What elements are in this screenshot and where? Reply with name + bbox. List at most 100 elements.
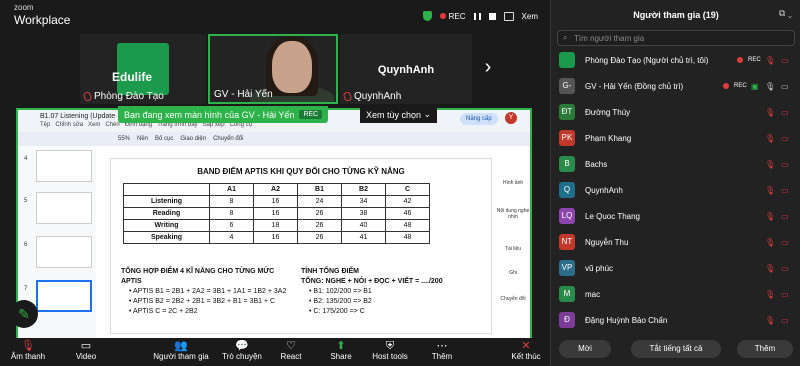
mic-off-icon[interactable]: 🎙 [765, 134, 775, 143]
slide-thumbnail[interactable] [36, 150, 92, 182]
avatar [559, 52, 575, 68]
stop-recording-icon[interactable] [488, 12, 496, 20]
slide-thumbnail[interactable] [36, 236, 92, 268]
video-off-icon[interactable]: ▭ [781, 134, 789, 143]
mic-off-icon[interactable]: 🎙 [765, 186, 775, 195]
audio-button[interactable]: 🎙 Âm thanh [8, 340, 48, 361]
video-button[interactable]: ▭ Video [66, 340, 106, 361]
video-off-icon[interactable]: ▭ [781, 186, 789, 195]
documents-tool[interactable]: Tài liệu [496, 246, 530, 252]
menu-file[interactable]: Tệp [40, 122, 50, 128]
share-button[interactable]: ⬆ Share [326, 340, 356, 361]
invite-button[interactable]: Mời [559, 340, 611, 358]
view-options-button[interactable]: Xem tùy chọn ⌄ [360, 106, 438, 123]
background-button[interactable]: Nền [137, 136, 148, 142]
chat-button[interactable]: 💬 Trò chuyện [220, 340, 264, 361]
participant-row[interactable]: Mmac 🎙 ▭ [551, 282, 800, 306]
share-banner-text: Bạn đang xem màn hình của GV - Hải Yến [124, 109, 295, 120]
participant-row[interactable]: G- GV - Hải Yến (Đồng chủ trì) REC ▣ 🎙 ▭ [551, 74, 800, 98]
doc-toolbar: 55% Nền Bố cục Giao diện Chuyển đổi [18, 132, 530, 146]
participant-row[interactable]: Phòng Đào Tạo (Người chủ trì, tôi) REC 🎙… [551, 48, 800, 72]
view-button[interactable]: Xem [522, 12, 538, 21]
total-formula: TỔNG: NGHE + NÓI + ĐỌC + VIẾT = ..../200 [301, 278, 443, 285]
mute-all-button[interactable]: Tắt tiếng tất cả [631, 340, 721, 358]
participant-row[interactable]: Đ Đặng Huỳnh Bảo Chấn 🎙 ▭ [551, 308, 800, 332]
panel-title: Người tham gia (19) [633, 10, 719, 20]
video-tile-gv-hai-yen[interactable]: GV - Hải Yến [208, 34, 338, 104]
participants-panel: Người tham gia (19) ⧉ ⌄ Tìm người tham g… [550, 0, 800, 366]
video-off-icon[interactable]: ▭ [781, 264, 789, 273]
panel-popout-icon[interactable]: ⧉ ⌄ [779, 8, 792, 19]
mic-off-icon[interactable]: 🎙 [765, 108, 775, 117]
participant-row[interactable]: B Bachs 🎙 ▭ [551, 152, 800, 176]
transition-button[interactable]: Chuyển đổi [213, 136, 243, 142]
video-off-icon[interactable]: ▭ [781, 160, 789, 169]
mic-off-icon[interactable]: 🎙 [765, 212, 775, 221]
tile-name: Phòng Đào Tạo [82, 91, 164, 102]
table-row: Listening 8 16 24 34 42 [123, 195, 430, 208]
participant-row[interactable]: VP vũ phúc 🎙 ▭ [551, 256, 800, 280]
mic-off-icon[interactable]: 🎙 [765, 160, 775, 169]
mic-icon[interactable]: 🎙 [765, 82, 775, 91]
video-off-icon[interactable]: ▭ [781, 290, 789, 299]
participants-button[interactable]: 👥 Người tham gia [152, 340, 210, 361]
video-tile-phong-dao-tao[interactable]: Edulife Phòng Đào Tạo [80, 34, 206, 104]
zoom-level[interactable]: 55% [118, 136, 130, 142]
security-shield-icon[interactable] [422, 11, 432, 21]
menu-view[interactable]: Xem [88, 122, 100, 128]
participant-search-input[interactable]: Tìm người tham gia [557, 30, 795, 46]
video-off-icon[interactable]: ▭ [781, 316, 789, 325]
end-button[interactable]: ✕ Kết thúc [508, 340, 544, 361]
participant-row[interactable]: ĐT Đường Thúy 🎙 ▭ [551, 100, 800, 124]
host-tools-button[interactable]: ⛨ Host tools [370, 340, 410, 361]
participant-row[interactable]: PK Phạm Khang 🎙 ▭ [551, 126, 800, 150]
notes-tool[interactable]: Ghi [496, 270, 530, 276]
mic-off-icon[interactable]: 🎙 [765, 290, 775, 299]
mic-off-icon[interactable]: 🎙 [765, 56, 775, 65]
video-tile-quynhanh[interactable]: QuynhAnh QuynhAnh [340, 34, 472, 104]
next-page-chevron-icon[interactable]: › [478, 56, 498, 80]
video-off-icon[interactable]: ▭ [781, 108, 789, 117]
avatar: NT [559, 234, 575, 250]
theme-button[interactable]: Giao diện [180, 136, 206, 142]
media-tool[interactable]: Nội dung nghe nhìn [496, 208, 530, 220]
mic-off-icon[interactable]: 🎙 [765, 316, 775, 325]
annotate-pencil-icon[interactable]: ✎ [10, 300, 38, 328]
video-icon[interactable]: ▭ [781, 82, 789, 91]
slide-canvas: BAND ĐIỂM APTIS KHI QUY ĐỔI CHO TỪNG KỸ … [110, 158, 492, 334]
total-item: • B1: 102/200 => B1 [309, 288, 372, 295]
video-off-icon[interactable]: ▭ [781, 56, 789, 65]
participant-row[interactable]: LQ Le Quoc Thang 🎙 ▭ [551, 204, 800, 228]
mic-icon: 🎙 [21, 340, 35, 352]
avatar: Q [559, 182, 575, 198]
table-row: Writing 6 18 26 40 48 [123, 219, 430, 232]
more-button[interactable]: ⋯ Thêm [428, 340, 456, 361]
shield-icon: ⛨ [385, 340, 395, 352]
layout-button[interactable]: Bố cục [155, 136, 173, 142]
participant-row[interactable]: NT Nguyễn Thu 🎙 ▭ [551, 230, 800, 254]
pause-recording-icon[interactable] [473, 12, 481, 20]
video-off-icon[interactable]: ▭ [781, 238, 789, 247]
participant-name: Bachs [585, 159, 608, 169]
react-button[interactable]: ♡ React [276, 340, 306, 361]
aptis-summary: TỔNG HỢP ĐIỂM 4 KĨ NĂNG CHO TỪNG MỨC APT… [121, 267, 296, 317]
mic-off-icon[interactable]: 🎙 [765, 264, 775, 273]
images-tool[interactable]: Hình ảnh [496, 180, 530, 186]
participant-row[interactable]: Q QuynhAnh 🎙 ▭ [551, 178, 800, 202]
sharing-icon: ▣ [751, 81, 759, 91]
doc-title[interactable]: B1.07 Listening (Update [40, 113, 115, 120]
transition-tool[interactable]: Chuyển đổi [496, 296, 530, 302]
summary-heading: TỔNG HỢP ĐIỂM 4 KĨ NĂNG CHO TỪNG MỨC APT… [121, 268, 275, 285]
menu-edit[interactable]: Chỉnh sửa [55, 122, 83, 128]
upgrade-button[interactable]: Nâng cấp [460, 113, 498, 125]
view-grid-icon[interactable] [503, 11, 514, 21]
user-avatar[interactable]: Y [505, 112, 517, 124]
mic-off-icon[interactable]: 🎙 [765, 238, 775, 247]
slide-thumbnail[interactable] [36, 192, 92, 224]
video-icon: ▭ [80, 340, 92, 352]
edulife-logo [117, 43, 169, 95]
slide-thumbnail-active[interactable] [36, 280, 92, 312]
menu-insert[interactable]: Chèn [105, 122, 119, 128]
video-off-icon[interactable]: ▭ [781, 212, 789, 221]
panel-more-button[interactable]: Thêm [737, 340, 793, 358]
